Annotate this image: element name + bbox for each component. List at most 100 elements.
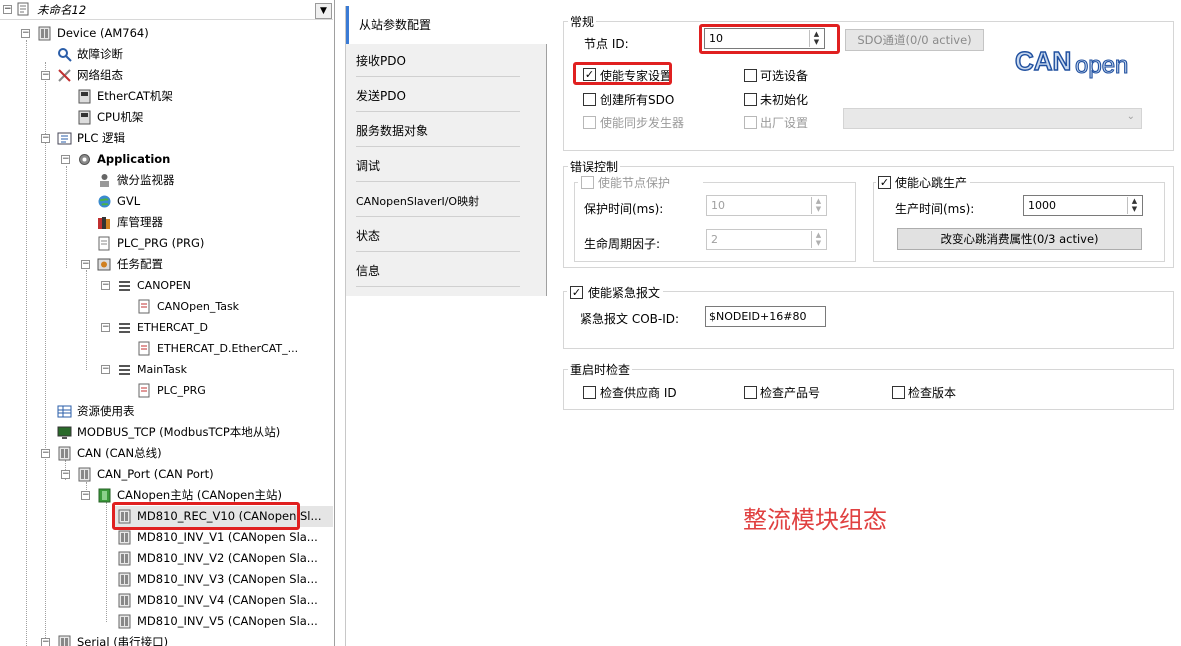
task-config-icon bbox=[97, 257, 112, 272]
tree-item-can[interactable]: − CAN (CAN总线) bbox=[0, 443, 333, 464]
tree-item-gvl[interactable]: GVL bbox=[0, 191, 333, 212]
spinner-arrows[interactable]: ▲ ▼ bbox=[811, 231, 825, 248]
tree-item-device[interactable]: − Device (AM764) bbox=[0, 23, 333, 44]
tab-sdo[interactable]: 服务数据对象 bbox=[346, 114, 548, 149]
tree-item-ethercat-rack[interactable]: EtherCAT机架 bbox=[0, 86, 333, 107]
heartbeat-consumer-button[interactable]: 改变心跳消费属性(0/3 active) bbox=[897, 228, 1142, 250]
slave-device-icon bbox=[117, 614, 132, 629]
tree-item-plc-prg-call[interactable]: PLC_PRG bbox=[0, 380, 333, 401]
program-icon bbox=[137, 341, 152, 356]
config-panel: 常规 节点 ID: 10 ▲ ▼ SDO通道(0/0 active) ✓ 使能专家… bbox=[548, 0, 1181, 646]
project-icon bbox=[17, 2, 31, 16]
collapse-icon[interactable]: − bbox=[3, 5, 12, 14]
tree-item-ethercat-call[interactable]: ETHERCAT_D.EtherCAT_... bbox=[0, 338, 333, 359]
enable-sync-checkbox[interactable] bbox=[583, 116, 596, 129]
general-title: 常规 bbox=[568, 13, 597, 30]
highlight-box bbox=[573, 62, 672, 85]
create-all-sdo-checkbox[interactable] bbox=[583, 93, 596, 106]
node-guard-label: 使能节点保护 bbox=[598, 176, 671, 190]
tree-item-network[interactable]: − 网络组态 bbox=[0, 65, 333, 86]
table-icon bbox=[57, 404, 72, 419]
network-tools-icon bbox=[57, 68, 72, 83]
tree-item-application[interactable]: − Application bbox=[0, 149, 333, 170]
factory-settings-checkbox[interactable] bbox=[744, 116, 757, 129]
no-init-label: 未初始化 bbox=[760, 93, 809, 107]
highlight-box bbox=[699, 24, 840, 54]
tree-item-maintask[interactable]: − MainTask bbox=[0, 359, 333, 380]
check-version-checkbox[interactable] bbox=[892, 386, 905, 399]
factory-settings-label: 出厂设置 bbox=[760, 116, 809, 130]
spinner-arrows[interactable]: ▲ ▼ bbox=[1127, 197, 1141, 214]
cob-id-label: 紧急报文 COB-ID: bbox=[580, 312, 680, 326]
annotation-caption: 整流模块组态 bbox=[743, 506, 887, 534]
check-vendor-id-label: 检查供应商 ID bbox=[600, 386, 677, 400]
tree-item-resource-table[interactable]: 资源使用表 bbox=[0, 401, 333, 422]
chevron-down-icon: ⌄ bbox=[1126, 111, 1135, 122]
tree-item-can-port[interactable]: − CAN_Port (CAN Port) bbox=[0, 464, 333, 485]
heartbeat-group bbox=[873, 182, 1165, 262]
enable-sync-label: 使能同步发生器 bbox=[600, 116, 685, 130]
restart-check-title: 重启时检查 bbox=[568, 361, 633, 378]
tree-item-serial[interactable]: − Serial (串行接口) bbox=[0, 632, 333, 646]
tab-receive-pdo[interactable]: 接收PDO bbox=[346, 44, 548, 79]
optional-device-label: 可选设备 bbox=[760, 69, 809, 83]
device-icon bbox=[37, 26, 52, 41]
guard-time-label: 保护时间(ms): bbox=[584, 202, 664, 216]
tree-item-md810-inv-v2[interactable]: MD810_INV_V2 (CANopen Sla... bbox=[0, 548, 333, 569]
check-product-no-checkbox[interactable] bbox=[744, 386, 757, 399]
tabs-empty-area bbox=[346, 296, 548, 646]
tree-root-row[interactable]: − 未命名12 ▼ bbox=[0, 0, 333, 20]
tab-debug[interactable]: 调试 bbox=[346, 149, 548, 184]
optional-device-checkbox[interactable] bbox=[744, 69, 757, 82]
tree-item-md810-inv-v5[interactable]: MD810_INV_V5 (CANopen Sla... bbox=[0, 611, 333, 632]
factory-settings-select[interactable]: ⌄ bbox=[843, 108, 1142, 129]
emergency-checkbox[interactable]: ✓ bbox=[570, 286, 583, 299]
check-vendor-id-checkbox[interactable] bbox=[583, 386, 596, 399]
highlight-box bbox=[112, 502, 300, 530]
cob-id-input[interactable]: $NODEID+16#80 bbox=[705, 306, 826, 327]
tree-item-task-canopen[interactable]: − CANOPEN bbox=[0, 275, 333, 296]
tree-item-plc-logic[interactable]: − PLC 逻辑 bbox=[0, 128, 333, 149]
program-icon bbox=[137, 299, 152, 314]
node-guard-checkbox[interactable] bbox=[581, 176, 594, 189]
tab-info[interactable]: 信息 bbox=[346, 254, 548, 289]
program-icon bbox=[97, 236, 112, 251]
tree-item-md810-inv-v3[interactable]: MD810_INV_V3 (CANopen Sla... bbox=[0, 569, 333, 590]
gear-icon bbox=[77, 152, 92, 167]
produce-time-input[interactable]: 1000 ▲ ▼ bbox=[1023, 195, 1143, 216]
tree-item-cpu-rack[interactable]: CPU机架 bbox=[0, 107, 333, 128]
life-factor-input[interactable]: 2 ▲ ▼ bbox=[706, 229, 827, 250]
tab-send-pdo[interactable]: 发送PDO bbox=[346, 79, 548, 114]
tree-item-md810-inv-v4[interactable]: MD810_INV_V4 (CANopen Sla... bbox=[0, 590, 333, 611]
tree-item-task-config[interactable]: − 任务配置 bbox=[0, 254, 333, 275]
tree-item-canopen-task[interactable]: CANOpen_Task bbox=[0, 296, 333, 317]
task-icon bbox=[117, 278, 132, 293]
project-name: 未命名12 bbox=[37, 3, 87, 17]
tree-item-task-ethercat[interactable]: − ETHERCAT_D bbox=[0, 317, 333, 338]
config-tabs: 从站参数配置 接收PDO 发送PDO 服务数据对象 调试 CANopenSlav… bbox=[345, 6, 548, 646]
tree-item-diagnosis[interactable]: 故障诊断 bbox=[0, 44, 333, 65]
tab-io-mapping[interactable]: CANopenSlaverI/O映射 bbox=[346, 184, 548, 219]
spinner-arrows[interactable]: ▲ ▼ bbox=[811, 197, 825, 214]
slave-device-icon bbox=[117, 572, 132, 587]
slave-device-icon bbox=[117, 530, 132, 545]
no-init-checkbox[interactable] bbox=[744, 93, 757, 106]
tree-item-library-manager[interactable]: 库管理器 bbox=[0, 212, 333, 233]
tree-item-md810-inv-v1[interactable]: MD810_INV_V1 (CANopen Sla... bbox=[0, 527, 333, 548]
sdo-channel-button[interactable]: SDO通道(0/0 active) bbox=[845, 29, 984, 51]
svg-text:open: open bbox=[1075, 52, 1128, 79]
tree-item-modbus-tcp[interactable]: MODBUS_TCP (ModbusTCP本地从站) bbox=[0, 422, 333, 443]
tree-dropdown-button[interactable]: ▼ bbox=[315, 3, 332, 19]
program-icon bbox=[137, 383, 152, 398]
tab-status[interactable]: 状态 bbox=[346, 219, 548, 254]
tree-item-monitor[interactable]: 微分监视器 bbox=[0, 170, 333, 191]
tab-slave-params[interactable]: 从站参数配置 bbox=[346, 6, 548, 44]
heartbeat-checkbox[interactable]: ✓ bbox=[878, 176, 891, 189]
slave-device-icon bbox=[117, 593, 132, 608]
canopen-logo: CAN open bbox=[1013, 44, 1143, 82]
guard-time-input[interactable]: 10 ▲ ▼ bbox=[706, 195, 827, 216]
tree-item-plc-prg[interactable]: PLC_PRG (PRG) bbox=[0, 233, 333, 254]
slave-device-icon bbox=[117, 551, 132, 566]
monitor-person-icon bbox=[97, 173, 112, 188]
node-id-label: 节点 ID: bbox=[584, 37, 629, 51]
